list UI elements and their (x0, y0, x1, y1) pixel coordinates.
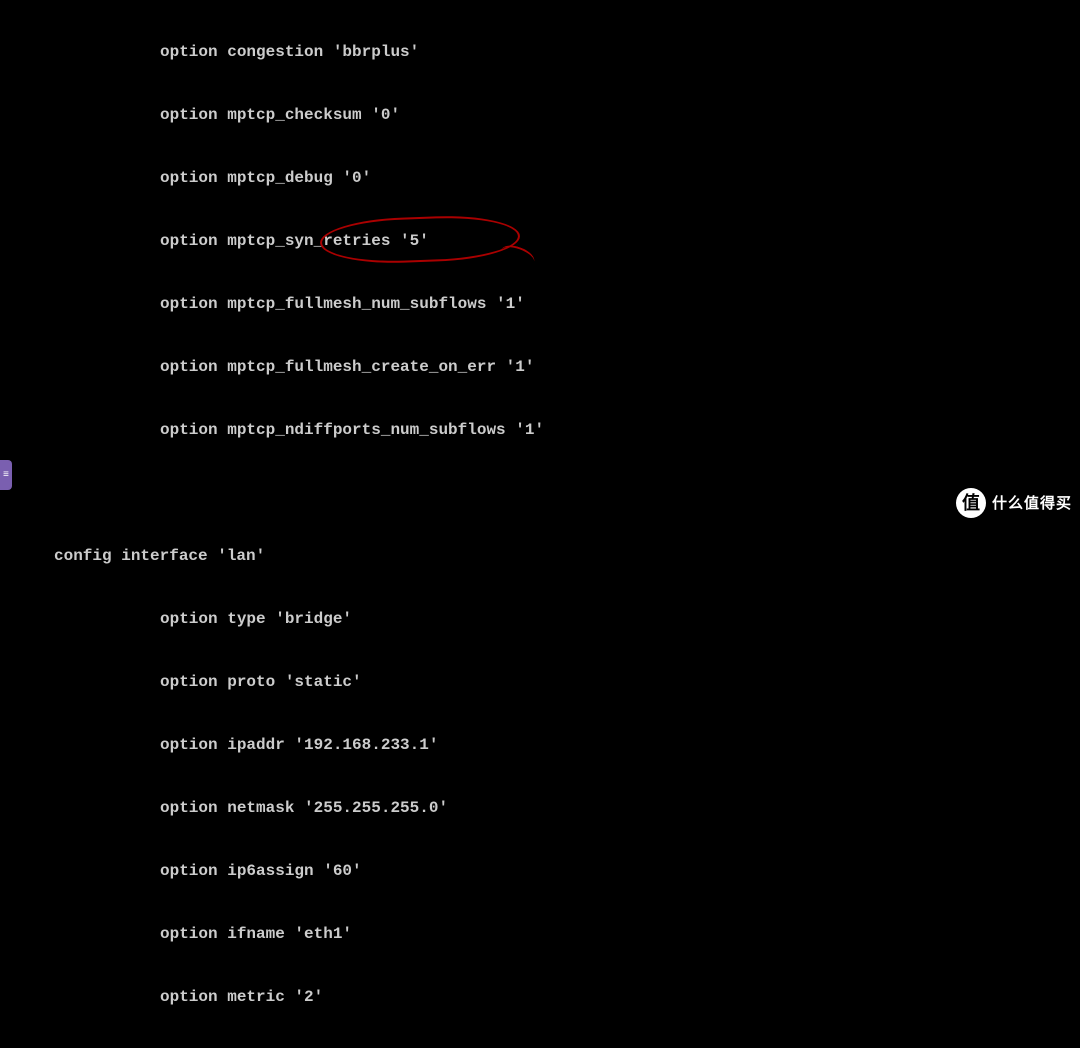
config-line: option ip6assign '60' (0, 861, 1080, 882)
config-line: option metric '2' (0, 987, 1080, 1008)
config-line: option mptcp_syn_retries '5' (0, 231, 1080, 252)
config-line: option congestion 'bbrplus' (0, 42, 1080, 63)
config-line-ipaddr: option ipaddr '192.168.233.1' (0, 735, 1080, 756)
watermark-text: 什么值得买 (992, 493, 1072, 514)
menu-icon: ≡ (3, 465, 9, 486)
side-tab-handle[interactable]: ≡ (0, 460, 12, 490)
config-line: option mptcp_fullmesh_num_subflows '1' (0, 294, 1080, 315)
config-line: option proto 'static' (0, 672, 1080, 693)
config-line: option type 'bridge' (0, 609, 1080, 630)
config-section-lan-header: config interface 'lan' (0, 546, 1080, 567)
watermark-badge-icon: 值 (956, 488, 986, 518)
config-line: option ifname 'eth1' (0, 924, 1080, 945)
config-line: option mptcp_checksum '0' (0, 105, 1080, 126)
config-line: option mptcp_fullmesh_create_on_err '1' (0, 357, 1080, 378)
config-line: option mptcp_ndiffports_num_subflows '1' (0, 420, 1080, 441)
config-line: option netmask '255.255.255.0' (0, 798, 1080, 819)
terminal-output[interactable]: option congestion 'bbrplus' option mptcp… (0, 0, 1080, 1048)
config-line: option mptcp_debug '0' (0, 168, 1080, 189)
watermark: 值 什么值得买 (956, 488, 1072, 518)
blank-line (0, 483, 1080, 504)
